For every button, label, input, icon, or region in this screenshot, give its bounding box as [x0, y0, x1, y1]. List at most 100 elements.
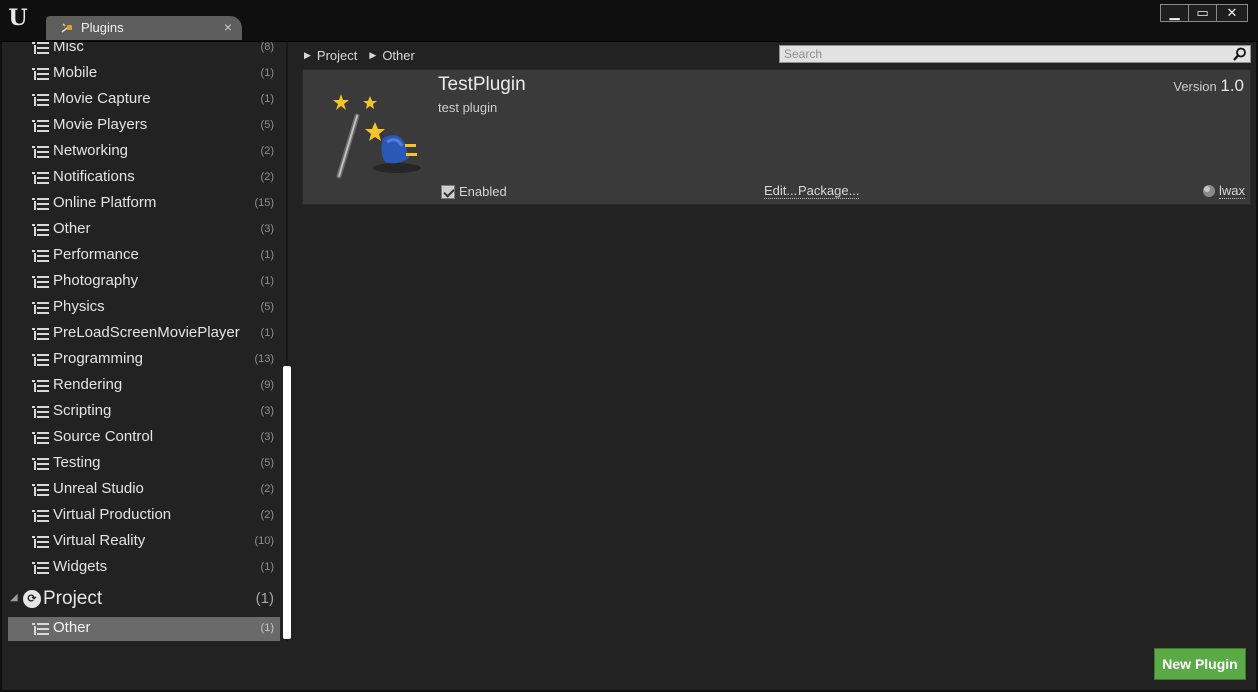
category-item-movie-players[interactable]: Movie Players (5): [8, 114, 280, 138]
category-item-other[interactable]: Other (1): [8, 617, 280, 641]
category-label: Other: [53, 619, 91, 636]
category-label: Testing: [53, 454, 101, 471]
expand-arrow-icon[interactable]: ◢: [10, 592, 18, 603]
category-item-rendering[interactable]: Rendering (9): [8, 374, 280, 398]
category-item-virtual-reality[interactable]: Virtual Reality (10): [8, 530, 280, 554]
category-label: Mobile: [53, 64, 98, 81]
category-tree-icon: [32, 536, 49, 548]
breadcrumb-item-project[interactable]: Project: [317, 48, 357, 63]
category-tree-icon: [32, 68, 49, 80]
category-count: (1): [260, 93, 274, 105]
category-label: Movie Players: [53, 116, 148, 133]
plugin-author[interactable]: lwax: [1202, 183, 1245, 199]
breadcrumb-arrow-icon: ▶: [304, 49, 311, 60]
enabled-label: Enabled: [459, 184, 507, 199]
category-item-physics[interactable]: Physics (5): [8, 296, 280, 320]
category-item-programming[interactable]: Programming (13): [8, 348, 280, 372]
edit-link[interactable]: Edit...: [764, 183, 798, 199]
category-item-mobile[interactable]: Mobile (1): [8, 62, 280, 86]
tab-close-icon[interactable]: ×: [224, 19, 232, 35]
breadcrumb-arrow-icon: ▶: [369, 49, 377, 60]
package-link[interactable]: Package...: [798, 183, 860, 199]
author-link[interactable]: lwax: [1218, 183, 1245, 199]
category-item-misc[interactable]: Misc (8): [8, 42, 280, 60]
category-tree-icon: [32, 562, 49, 574]
category-item-preloadscreenmovieplayer[interactable]: PreLoadScreenMoviePlayer (1): [8, 322, 280, 346]
category-count: (3): [260, 431, 274, 443]
plugin-card[interactable]: TestPlugin test plugin Version 1.0 Enabl…: [302, 69, 1251, 205]
category-count: (3): [260, 405, 274, 417]
unreal-logo-icon: U: [8, 5, 28, 31]
category-label: Movie Capture: [53, 90, 151, 107]
category-tree-icon: [32, 354, 49, 366]
category-item-photography[interactable]: Photography (1): [8, 270, 280, 294]
category-count: (2): [260, 145, 274, 157]
category-label: Virtual Production: [53, 506, 172, 523]
category-tree-icon: [32, 406, 49, 418]
category-label: Project: [43, 588, 103, 609]
category-item-scripting[interactable]: Scripting (3): [8, 400, 280, 424]
category-label: Misc: [53, 42, 84, 55]
category-item-widgets[interactable]: Widgets (1): [8, 556, 280, 580]
category-project[interactable]: ◢ ⟳ Project (1): [8, 586, 280, 612]
category-tree-icon: [32, 42, 49, 54]
category-item-other[interactable]: Other (3): [8, 218, 280, 242]
window-body: ◢ ⟳ Project (1) Misc (8) Mobile (1) Movie Ca…: [0, 42, 1258, 692]
tab-label: Plugins: [81, 20, 124, 35]
category-tree-icon: [32, 146, 49, 158]
category-tree-icon: [32, 302, 49, 314]
new-plugin-button[interactable]: New Plugin: [1154, 648, 1246, 680]
category-count: (15): [254, 197, 274, 209]
category-count: (1): [260, 561, 274, 573]
category-count: (5): [260, 119, 274, 131]
category-item-networking[interactable]: Networking (2): [8, 140, 280, 164]
category-count: (5): [260, 457, 274, 469]
category-item-testing[interactable]: Testing (5): [8, 452, 280, 476]
breadcrumb: ▶ Project ▶ Other: [304, 46, 427, 64]
category-count: (13): [254, 353, 274, 365]
plugin-name: TestPlugin: [438, 74, 526, 95]
category-label: PreLoadScreenMoviePlayer: [53, 324, 240, 341]
tab-plugins[interactable]: Plugins ×: [46, 16, 242, 40]
category-label: Photography: [53, 272, 139, 289]
category-label: Scripting: [53, 402, 112, 419]
category-count: (2): [260, 171, 274, 183]
category-item-movie-capture[interactable]: Movie Capture (1): [8, 88, 280, 112]
category-label: Source Control: [53, 428, 154, 445]
category-tree-icon: [32, 380, 49, 392]
category-item-unreal-studio[interactable]: Unreal Studio (2): [8, 478, 280, 502]
category-label: Rendering: [53, 376, 123, 393]
category-count: (10): [254, 535, 274, 547]
category-count: (8): [260, 42, 274, 53]
category-item-performance[interactable]: Performance (1): [8, 244, 280, 268]
category-tree-icon: [32, 623, 49, 635]
category-item-source-control[interactable]: Source Control (3): [8, 426, 280, 450]
category-count: (1): [255, 590, 274, 607]
breadcrumb-item-other[interactable]: Other: [382, 48, 415, 63]
search-icon[interactable]: [1233, 47, 1247, 61]
category-tree-icon: [32, 276, 49, 288]
enabled-toggle[interactable]: Enabled: [441, 184, 507, 199]
minimize-button[interactable]: ▁: [1161, 5, 1189, 21]
category-count: (1): [260, 249, 274, 261]
sidebar-scrollbar[interactable]: [283, 366, 291, 639]
search-input[interactable]: [780, 46, 1220, 62]
category-sidebar: ◢ ⟳ Project (1) Misc (8) Mobile (1) Movie Ca…: [8, 42, 280, 642]
enabled-checkbox[interactable]: [441, 184, 455, 199]
search-box[interactable]: [779, 45, 1251, 63]
close-button[interactable]: ✕: [1217, 5, 1247, 21]
category-label: Widgets: [53, 558, 108, 575]
category-item-virtual-production[interactable]: Virtual Production (2): [8, 504, 280, 528]
category-count: (5): [260, 301, 274, 313]
category-tree-icon: [32, 250, 49, 262]
category-label: Unreal Studio: [53, 480, 144, 497]
category-item-notifications[interactable]: Notifications (2): [8, 166, 280, 190]
plugin-version: Version 1.0: [1173, 76, 1244, 96]
magic-wand-plug-icon: [333, 94, 421, 179]
window-controls: ▁ ▭ ✕: [1160, 4, 1248, 22]
category-item-online-platform[interactable]: Online Platform (15): [8, 192, 280, 216]
maximize-button[interactable]: ▭: [1189, 5, 1217, 21]
version-label: Version: [1173, 79, 1217, 94]
category-label: Virtual Reality: [53, 532, 146, 549]
version-number: 1.0: [1220, 76, 1244, 95]
